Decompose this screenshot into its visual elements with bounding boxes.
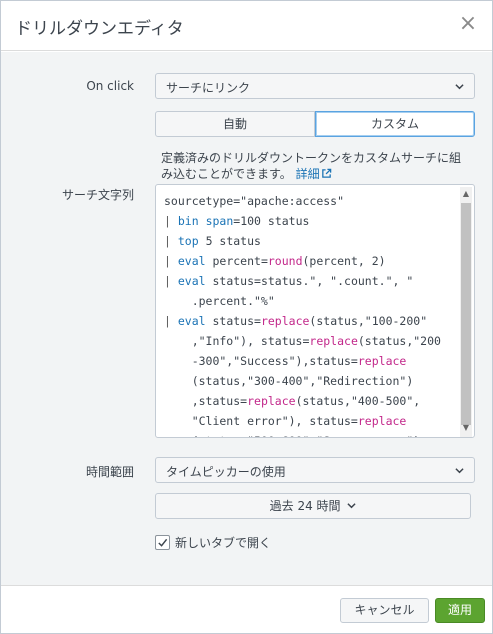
scrollbar-thumb[interactable] [461,203,471,425]
code-text: 5 status [198,234,261,248]
search-string-editor[interactable]: sourcetype="apache:access" | bin span=100… [155,184,475,438]
code-text: "Client error"), status= [164,414,358,428]
code-keyword: eval [177,274,206,288]
new-tab-checkbox-row[interactable]: 新しいタブで開く [155,533,271,551]
code-line: (status,"500-600","Server error") [164,431,456,437]
code-text: percent= [205,254,268,268]
time-range-selected-value: タイムピッカーの使用 [166,465,286,479]
code-line: ,status=replace(status,"400-500", [164,391,456,411]
chevron-down-icon [347,503,356,509]
code-text: .percent."%" [164,294,275,308]
on-click-label: On click [86,79,134,93]
code-line: | top 5 status [164,231,456,251]
scroll-up-arrow-icon[interactable]: ▲ [460,188,472,200]
learn-more-link[interactable]: 詳細 [296,167,332,181]
code-function: replace [247,394,296,408]
code-line: | bin span=100 status [164,211,456,231]
code-pipe: | [164,254,178,268]
code-keyword: eval [177,314,206,328]
code-text: sourcetype="apache:access" [164,194,345,208]
search-string-label: サーチ文字列 [61,188,134,202]
dialog-header: ドリルダウンエディタ × [1,1,492,51]
dialog-body: On click サーチにリンク 自動 カスタム 定義済みのドリルダウントークン… [1,52,492,585]
checkmark-icon [158,538,168,547]
code-pipe: | [164,214,178,228]
chevron-down-icon [455,468,464,474]
new-tab-label: 新しいタブで開く [175,535,272,550]
code-text: (percent, 2) [302,254,386,268]
custom-search-description: 定義済みのドリルダウントークンをカスタムサーチに組み込むことができます。 詳細 [161,150,471,182]
code-function: round [267,254,303,268]
external-link-icon [321,168,331,178]
code-text: (status,"200 [357,334,441,348]
time-preset-label: 過去 24 時間 [269,499,341,513]
code-text: ,"Info"), status= [164,334,310,348]
time-preset-button[interactable]: 過去 24 時間 [155,493,471,519]
code-keyword: bin [177,214,199,228]
on-click-selected-value: サーチにリンク [166,81,251,95]
time-range-select[interactable]: タイムピッカーの使用 [155,457,475,483]
code-text: (status,"300-400","Redirection") [164,374,414,388]
close-icon[interactable]: × [458,13,478,35]
code-text: (status,"500-600","Server error") [164,434,421,437]
code-line: -300","Success"),status=replace [164,351,456,371]
code-text: status= [205,314,261,328]
on-click-select[interactable]: サーチにリンク [155,73,475,99]
learn-more-label: 詳細 [295,167,320,181]
code-pipe: | [164,274,178,288]
code-line: (status,"300-400","Redirection") [164,371,456,391]
code-line: .percent."%" [164,291,456,311]
code-text: =100 status [233,214,310,228]
code-keyword: span [205,214,234,228]
mode-auto-button[interactable]: 自動 [155,111,315,137]
dialog-title: ドリルダウンエディタ [15,19,184,39]
code-text: ,status= [164,394,248,408]
code-function: replace [357,354,407,368]
apply-button[interactable]: 適用 [435,598,485,623]
code-line: ,"Info"), status=replace(status,"200 [164,331,456,351]
code-function: replace [357,414,407,428]
search-code: sourcetype="apache:access" | bin span=100… [164,191,456,437]
code-text: (status,"400-500", [295,394,421,408]
time-range-label: 時間範囲 [85,465,134,479]
code-keyword: top [177,234,199,248]
code-line: | eval status=replace(status,"100-200" [164,311,456,331]
code-function: replace [309,334,358,348]
cancel-button[interactable]: キャンセル [340,598,429,623]
scroll-down-arrow-icon[interactable]: ▼ [460,422,472,434]
link-mode-toggle: 自動 カスタム [155,111,475,137]
code-line: sourcetype="apache:access" [164,191,456,211]
mode-custom-button[interactable]: カスタム [315,111,475,137]
code-line: | eval percent=round(percent, 2) [164,251,456,271]
code-pipe: | [164,314,178,328]
code-line: "Client error"), status=replace [164,411,456,431]
chevron-down-icon [455,84,464,90]
code-text: -300","Success"),status= [164,354,358,368]
code-function: replace [260,314,310,328]
code-text: status=status.", ".count.", " [205,274,414,288]
new-tab-checkbox[interactable] [155,534,170,550]
drilldown-editor-dialog: ドリルダウンエディタ × On click サーチにリンク 自動 カスタム 定義… [0,0,493,634]
code-line: | eval status=status.", ".count.", " [164,271,456,291]
code-text: (status,"100-200" [309,314,428,328]
dialog-footer: キャンセル 適用 [1,585,492,633]
code-pipe: | [164,234,178,248]
code-keyword: eval [177,254,206,268]
